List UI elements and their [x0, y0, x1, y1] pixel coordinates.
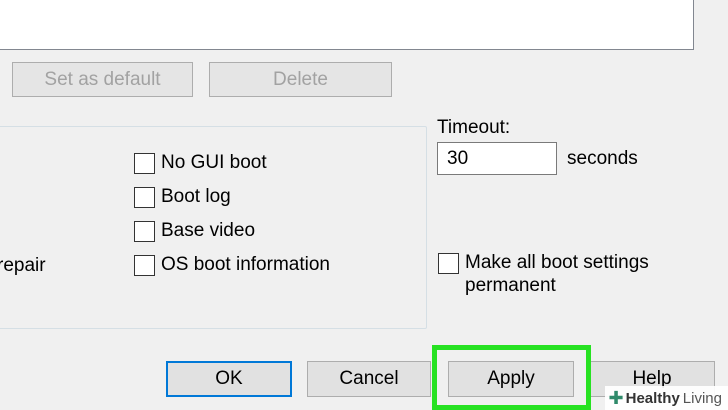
set-as-default-button[interactable]: Set as default [12, 62, 193, 97]
make-permanent-line1: Make all boot settings [465, 252, 649, 273]
boot-log-checkbox[interactable]: Boot log [134, 186, 231, 208]
watermark: ✚ Healthy Living [604, 386, 728, 410]
timeout-unit-label: seconds [567, 148, 638, 169]
watermark-brand-living: Living [682, 389, 722, 407]
checkbox-box[interactable] [134, 186, 155, 208]
cancel-button[interactable]: Cancel [307, 361, 431, 397]
apply-highlight-box [432, 345, 591, 410]
checkbox-box[interactable] [134, 254, 155, 276]
plus-cross-icon: ✚ [608, 387, 624, 408]
make-permanent-checkbox[interactable]: Make all boot settings permanent [438, 251, 649, 297]
checkbox-box[interactable] [134, 152, 155, 174]
safe-boot-repair-label-partial: repair [0, 255, 46, 276]
ok-button[interactable]: OK [166, 361, 292, 397]
checkbox-label: Boot log [161, 186, 231, 207]
checkbox-box[interactable] [134, 220, 155, 242]
timeout-label: Timeout: [437, 117, 511, 138]
watermark-brand-healthy: Healthy [625, 389, 680, 407]
base-video-checkbox[interactable]: Base video [134, 220, 255, 242]
os-list-box[interactable] [0, 0, 694, 50]
checkbox-label: OS boot information [161, 254, 330, 275]
make-permanent-label: Make all boot settings permanent [465, 251, 649, 297]
checkbox-label: Base video [161, 220, 256, 241]
no-gui-boot-checkbox[interactable]: No GUI boot [134, 152, 267, 174]
os-boot-information-checkbox[interactable]: OS boot information [134, 254, 330, 276]
delete-button[interactable]: Delete [209, 62, 392, 97]
checkbox-box[interactable] [438, 253, 459, 274]
checkbox-label: No GUI boot [161, 152, 267, 173]
timeout-input[interactable]: 30 [437, 142, 557, 175]
make-permanent-line2: permanent [465, 275, 556, 296]
